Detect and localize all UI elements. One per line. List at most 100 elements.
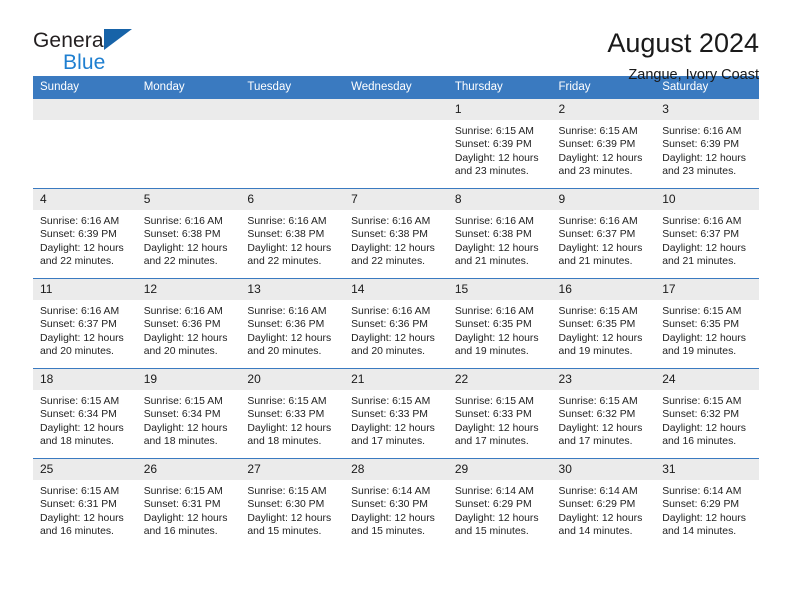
calendar-week-row: 1 Sunrise: 6:15 AM Sunset: 6:39 PM Daylight… [33, 98, 759, 189]
calendar-day-cell[interactable]: 2 Sunrise: 6:15 AM Sunset: 6:39 PM Daylight… [551, 98, 656, 189]
daylight-text-line1: Daylight: 12 hours [143, 332, 228, 344]
calendar-day-cell[interactable]: 18 Sunrise: 6:15 AM Sunset: 6:34 PM Dayligh… [33, 368, 137, 459]
day-details: Sunrise: 6:15 AM Sunset: 6:30 PM Daylight:… [240, 480, 344, 539]
day-number: 4 [33, 189, 137, 210]
daylight-text-line2: and 19 minutes. [454, 346, 529, 358]
calendar-day-cell[interactable]: 10 Sunrise: 6:16 AM Sunset: 6:37 PM Dayligh… [655, 188, 759, 279]
daylight-text-line1: Daylight: 12 hours [558, 152, 643, 164]
sunrise-text: Sunrise: 6:16 AM [247, 216, 327, 227]
daylight-text-line2: and 22 minutes. [247, 256, 322, 268]
weekday-header-thursday: Thursday [447, 76, 552, 99]
calendar-day-cell[interactable]: 1 Sunrise: 6:15 AM Sunset: 6:39 PM Daylight… [447, 98, 552, 189]
weekday-header-tuesday: Tuesday [240, 76, 345, 99]
day-details: Sunrise: 6:15 AM Sunset: 6:35 PM Daylight:… [655, 300, 759, 359]
calendar-day-cell[interactable]: 24 Sunrise: 6:15 AM Sunset: 6:32 PM Dayligh… [655, 368, 759, 459]
calendar-week-row: 18 Sunrise: 6:15 AM Sunset: 6:34 PM Dayligh… [33, 368, 759, 459]
weekday-header-sunday: Sunday [33, 76, 137, 99]
sunrise-text: Sunrise: 6:16 AM [143, 306, 223, 317]
calendar-day-cell[interactable]: 9 Sunrise: 6:16 AM Sunset: 6:37 PM Daylight… [551, 188, 656, 279]
day-details: Sunrise: 6:15 AM Sunset: 6:34 PM Daylight:… [137, 390, 241, 449]
day-number: 16 [551, 279, 656, 300]
calendar-day-cell[interactable]: 27 Sunrise: 6:15 AM Sunset: 6:30 PM Dayligh… [240, 458, 345, 549]
calendar-day-cell[interactable]: 29 Sunrise: 6:14 AM Sunset: 6:29 PM Dayligh… [447, 458, 552, 549]
daylight-text-line2: and 22 minutes. [351, 256, 426, 268]
calendar-day-cell[interactable]: 31 Sunrise: 6:14 AM Sunset: 6:29 PM Dayligh… [655, 458, 759, 549]
daylight-text-line1: Daylight: 12 hours [558, 422, 643, 434]
daylight-text-line2: and 21 minutes. [454, 256, 529, 268]
daylight-text-line1: Daylight: 12 hours [454, 152, 539, 164]
calendar-day-cell[interactable]: 26 Sunrise: 6:15 AM Sunset: 6:31 PM Dayligh… [136, 458, 241, 549]
day-number: 26 [136, 459, 241, 480]
day-number: 7 [344, 189, 448, 210]
calendar-day-cell[interactable]: 5 Sunrise: 6:16 AM Sunset: 6:38 PM Daylight… [136, 188, 241, 279]
calendar-day-cell[interactable]: 17 Sunrise: 6:15 AM Sunset: 6:35 PM Dayligh… [655, 278, 759, 369]
calendar-day-cell[interactable]: 14 Sunrise: 6:16 AM Sunset: 6:36 PM Dayligh… [344, 278, 448, 369]
calendar-day-cell[interactable]: 8 Sunrise: 6:16 AM Sunset: 6:38 PM Daylight… [447, 188, 552, 279]
calendar-cell-empty [136, 98, 241, 189]
calendar-body: 1 Sunrise: 6:15 AM Sunset: 6:39 PM Daylight… [33, 98, 759, 549]
daylight-text-line1: Daylight: 12 hours [454, 242, 539, 254]
sunrise-text: Sunrise: 6:15 AM [40, 396, 120, 407]
calendar-week-row: 4 Sunrise: 6:16 AM Sunset: 6:39 PM Daylight… [33, 188, 759, 279]
sunset-text: Sunset: 6:38 PM [351, 229, 428, 241]
calendar-day-cell[interactable]: 28 Sunrise: 6:14 AM Sunset: 6:30 PM Dayligh… [344, 458, 448, 549]
day-number: 10 [655, 189, 759, 210]
day-details: Sunrise: 6:15 AM Sunset: 6:32 PM Daylight:… [552, 390, 656, 449]
daylight-text-line1: Daylight: 12 hours [454, 512, 539, 524]
daylight-text-line1: Daylight: 12 hours [40, 512, 124, 524]
sunset-text: Sunset: 6:29 PM [662, 499, 740, 511]
day-number: 17 [655, 279, 759, 300]
daylight-text-line2: and 16 minutes. [662, 436, 737, 448]
daylight-text-line2: and 21 minutes. [558, 256, 633, 268]
sunrise-text: Sunrise: 6:16 AM [247, 306, 327, 317]
calendar-day-cell[interactable]: 23 Sunrise: 6:15 AM Sunset: 6:32 PM Dayligh… [551, 368, 656, 459]
calendar-day-cell[interactable]: 15 Sunrise: 6:16 AM Sunset: 6:35 PM Dayligh… [447, 278, 552, 369]
daylight-text-line1: Daylight: 12 hours [662, 422, 746, 434]
day-number: 31 [655, 459, 759, 480]
day-details: Sunrise: 6:16 AM Sunset: 6:37 PM Daylight:… [552, 210, 656, 269]
calendar-day-cell[interactable]: 30 Sunrise: 6:14 AM Sunset: 6:29 PM Dayligh… [551, 458, 656, 549]
daylight-text-line2: and 16 minutes. [143, 526, 218, 538]
day-details: Sunrise: 6:16 AM Sunset: 6:36 PM Daylight:… [240, 300, 344, 359]
sunset-text: Sunset: 6:30 PM [351, 499, 428, 511]
day-number: 23 [551, 369, 656, 390]
calendar-day-cell[interactable]: 22 Sunrise: 6:15 AM Sunset: 6:33 PM Dayligh… [447, 368, 552, 459]
sunrise-text: Sunrise: 6:15 AM [662, 306, 742, 317]
calendar-day-cell[interactable]: 25 Sunrise: 6:15 AM Sunset: 6:31 PM Dayligh… [33, 458, 137, 549]
sunset-text: Sunset: 6:30 PM [247, 499, 325, 511]
calendar-day-cell[interactable]: 4 Sunrise: 6:16 AM Sunset: 6:39 PM Daylight… [33, 188, 137, 279]
daylight-text-line1: Daylight: 12 hours [454, 332, 539, 344]
day-details: Sunrise: 6:16 AM Sunset: 6:38 PM Daylight:… [240, 210, 344, 269]
sunrise-text: Sunrise: 6:15 AM [662, 396, 742, 407]
calendar-day-cell[interactable]: 7 Sunrise: 6:16 AM Sunset: 6:38 PM Daylight… [344, 188, 448, 279]
daylight-text-line2: and 23 minutes. [662, 166, 737, 178]
calendar-day-cell[interactable]: 12 Sunrise: 6:16 AM Sunset: 6:36 PM Dayligh… [136, 278, 241, 369]
day-details: Sunrise: 6:16 AM Sunset: 6:39 PM Daylight:… [33, 210, 137, 269]
calendar-day-cell[interactable]: 3 Sunrise: 6:16 AM Sunset: 6:39 PM Daylight… [655, 98, 759, 189]
sunrise-text: Sunrise: 6:15 AM [143, 396, 223, 407]
calendar-day-cell[interactable]: 6 Sunrise: 6:16 AM Sunset: 6:38 PM Daylight… [240, 188, 345, 279]
calendar-day-cell[interactable]: 19 Sunrise: 6:15 AM Sunset: 6:34 PM Dayligh… [136, 368, 241, 459]
calendar-day-cell[interactable]: 11 Sunrise: 6:16 AM Sunset: 6:37 PM Dayligh… [33, 278, 137, 369]
sunrise-text: Sunrise: 6:15 AM [454, 396, 534, 407]
sunrise-text: Sunrise: 6:16 AM [351, 306, 431, 317]
day-number: 3 [655, 99, 759, 120]
daylight-text-line2: and 18 minutes. [40, 436, 114, 448]
daylight-text-line1: Daylight: 12 hours [247, 422, 332, 434]
day-details: Sunrise: 6:16 AM Sunset: 6:35 PM Daylight:… [448, 300, 552, 359]
daylight-text-line2: and 15 minutes. [247, 526, 322, 538]
calendar-day-cell[interactable]: 13 Sunrise: 6:16 AM Sunset: 6:36 PM Dayligh… [240, 278, 345, 369]
calendar-day-cell[interactable]: 16 Sunrise: 6:15 AM Sunset: 6:35 PM Dayligh… [551, 278, 656, 369]
day-number [136, 99, 241, 120]
calendar-day-cell[interactable]: 21 Sunrise: 6:15 AM Sunset: 6:33 PM Dayligh… [344, 368, 448, 459]
daylight-text-line2: and 20 minutes. [143, 346, 218, 358]
sunset-text: Sunset: 6:38 PM [247, 229, 325, 241]
sunset-text: Sunset: 6:31 PM [143, 499, 221, 511]
calendar-day-cell[interactable]: 20 Sunrise: 6:15 AM Sunset: 6:33 PM Dayligh… [240, 368, 345, 459]
daylight-text-line2: and 22 minutes. [143, 256, 218, 268]
daylight-text-line1: Daylight: 12 hours [662, 152, 746, 164]
sunrise-text: Sunrise: 6:14 AM [662, 486, 742, 497]
daylight-text-line1: Daylight: 12 hours [351, 422, 435, 434]
brand-logo[interactable]: General Blue [33, 28, 153, 76]
sunset-text: Sunset: 6:32 PM [558, 409, 636, 421]
